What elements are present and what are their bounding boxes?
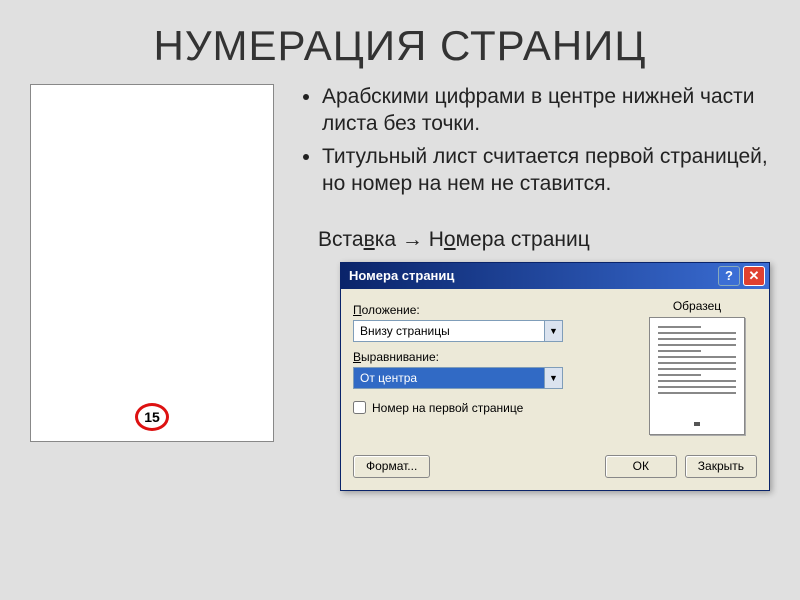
cancel-button[interactable]: Закрыть — [685, 455, 757, 478]
format-button[interactable]: Формат... — [353, 455, 430, 478]
arrow-icon: → — [402, 228, 423, 251]
preview-thumbnail — [649, 317, 745, 435]
chevron-down-icon[interactable]: ▼ — [544, 368, 562, 388]
page-example: 15 — [30, 84, 274, 442]
page-number-highlight: 15 — [135, 403, 169, 431]
preview-pagenum-mark — [694, 422, 700, 426]
dialog-right-panel: Образец — [637, 299, 757, 435]
alignment-combobox[interactable]: От центра ▼ — [353, 367, 563, 389]
dialog-left-panel: Положение: Внизу страницы ▼ Выравнивание… — [353, 299, 623, 435]
dialog-titlebar[interactable]: Номера страниц ? ✕ — [341, 263, 769, 289]
page-numbers-dialog: Номера страниц ? ✕ Положение: Внизу стра… — [340, 262, 770, 491]
ok-button[interactable]: ОК — [605, 455, 677, 478]
position-label: Положение: — [353, 303, 623, 317]
first-page-checkbox-label: Номер на первой странице — [372, 401, 523, 415]
first-page-checkbox[interactable] — [353, 401, 366, 414]
alignment-value: От центра — [354, 371, 544, 385]
dialog-footer: Формат... ОК Закрыть — [341, 447, 769, 490]
first-page-checkbox-row[interactable]: Номер на первой странице — [353, 401, 623, 415]
page-number: 15 — [144, 409, 160, 425]
bullet-item: Титульный лист считается первой странице… — [322, 144, 770, 198]
right-column: Арабскими цифрами в центре нижней части … — [300, 84, 770, 491]
dialog-title-text: Номера страниц — [349, 268, 454, 283]
chevron-down-icon[interactable]: ▼ — [544, 321, 562, 341]
alignment-label: Выравнивание: — [353, 350, 623, 364]
preview-label: Образец — [637, 299, 757, 313]
slide-title: НУМЕРАЦИЯ СТРАНИЦ — [0, 0, 800, 84]
position-value: Внизу страницы — [354, 324, 544, 338]
menu-path: Вставка → Номера страниц — [318, 228, 770, 252]
content-area: 15 Арабскими цифрами в центре нижней час… — [0, 84, 800, 491]
position-combobox[interactable]: Внизу страницы ▼ — [353, 320, 563, 342]
bullet-item: Арабскими цифрами в центре нижней части … — [322, 84, 770, 138]
close-icon[interactable]: ✕ — [743, 266, 765, 286]
help-icon[interactable]: ? — [718, 266, 740, 286]
bullet-list: Арабскими цифрами в центре нижней части … — [300, 84, 770, 204]
dialog-body: Положение: Внизу страницы ▼ Выравнивание… — [341, 289, 769, 447]
